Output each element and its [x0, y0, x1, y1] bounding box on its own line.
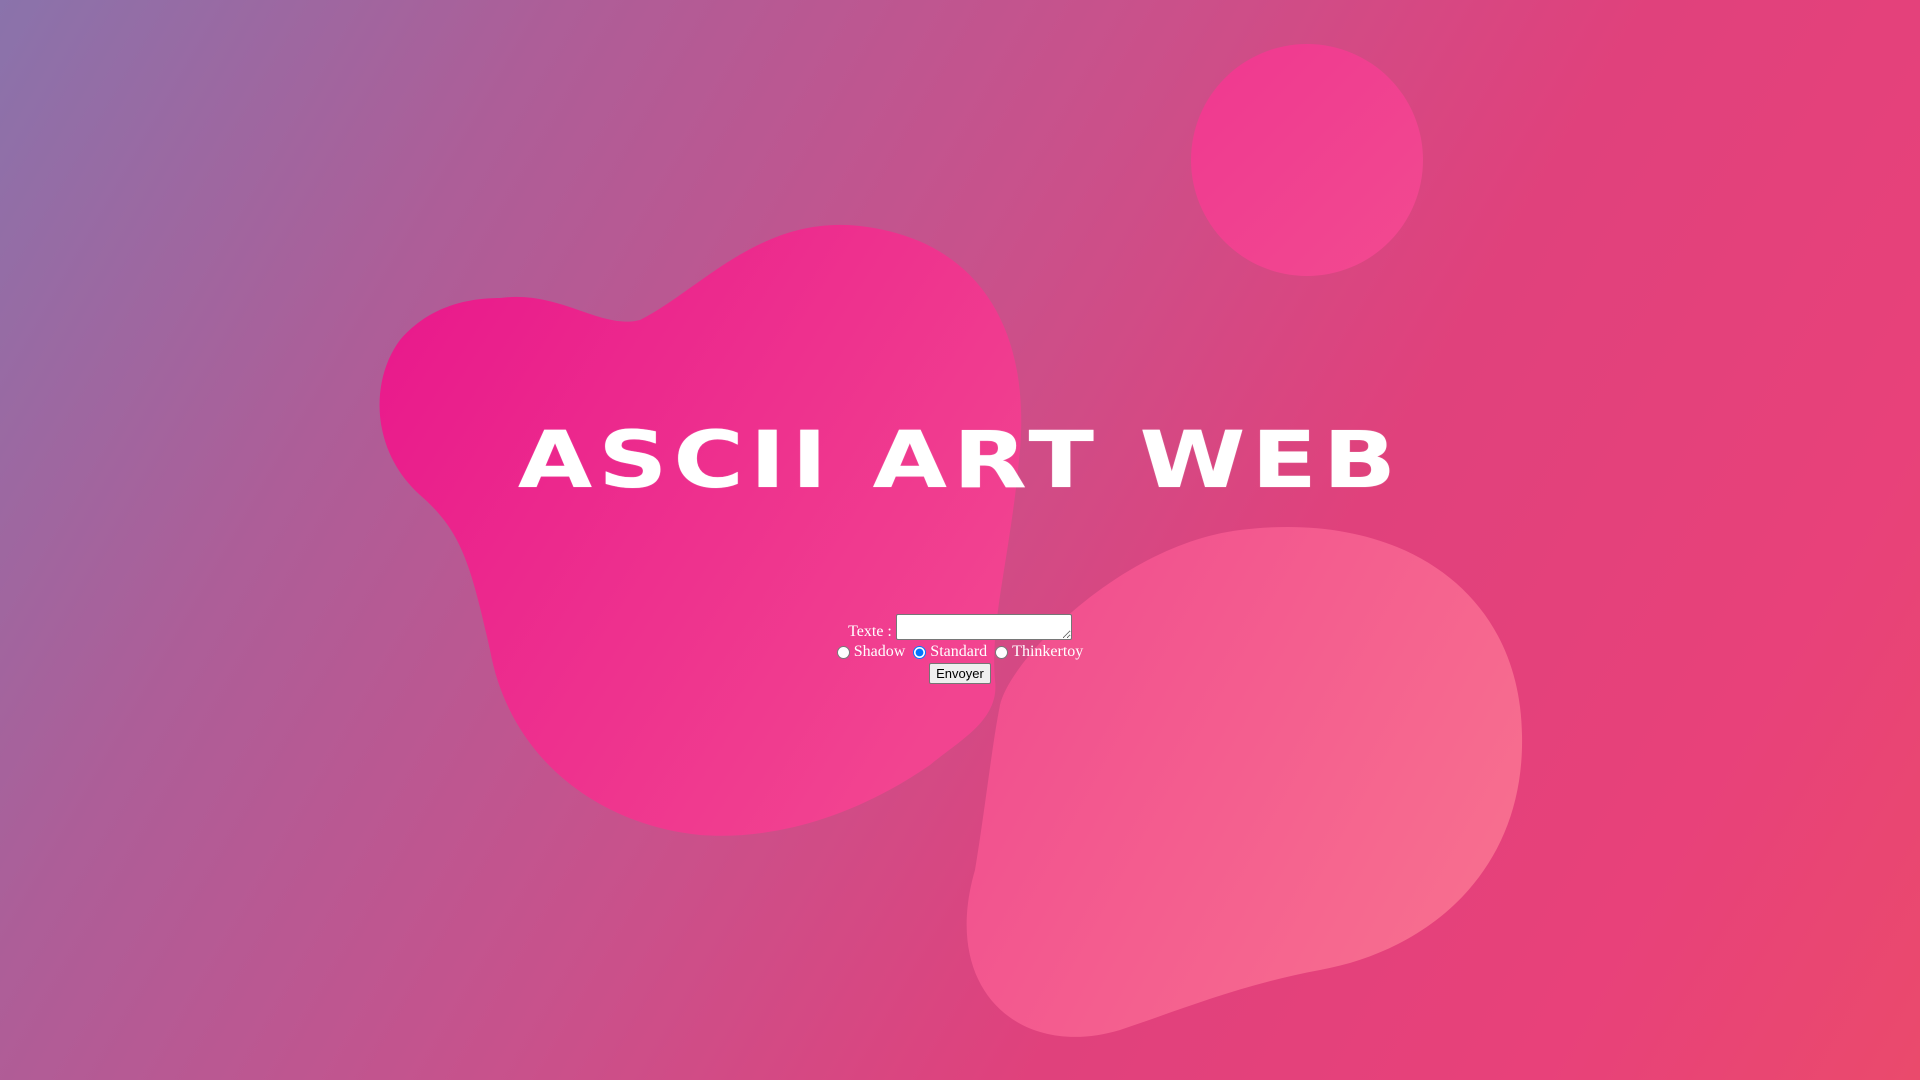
ascii-art-form: Texte : Shadow Standard Thinkertoy Envoy…	[0, 606, 1920, 684]
radio-standard[interactable]	[913, 645, 927, 659]
radio-shadow[interactable]	[836, 645, 850, 659]
background-decoration	[379, 44, 1523, 1037]
text-row: Texte :	[0, 606, 1920, 640]
radio-shadow-label: Shadow	[853, 643, 906, 660]
decor-blob-left	[379, 224, 1022, 836]
decor-circle	[1191, 44, 1423, 276]
radio-thinkertoy-label: Thinkertoy	[1012, 643, 1084, 660]
banner-option-thinkertoy[interactable]: Thinkertoy	[995, 643, 1083, 661]
banner-option-standard[interactable]: Standard	[913, 643, 987, 661]
banner-option-shadow[interactable]: Shadow	[836, 643, 906, 661]
submit-row: Envoyer	[0, 663, 1920, 684]
decor-blob-right	[966, 526, 1523, 1037]
radio-thinkertoy[interactable]	[995, 645, 1009, 659]
submit-button[interactable]: Envoyer	[929, 663, 991, 684]
banner-options: Shadow Standard Thinkertoy	[0, 642, 1920, 662]
page-title: ASCII ART WEB	[517, 414, 1403, 506]
text-input[interactable]	[895, 614, 1072, 640]
radio-standard-label: Standard	[930, 643, 988, 660]
text-label: Texte :	[848, 623, 892, 640]
title-container: ASCII ART WEB	[0, 405, 1920, 515]
